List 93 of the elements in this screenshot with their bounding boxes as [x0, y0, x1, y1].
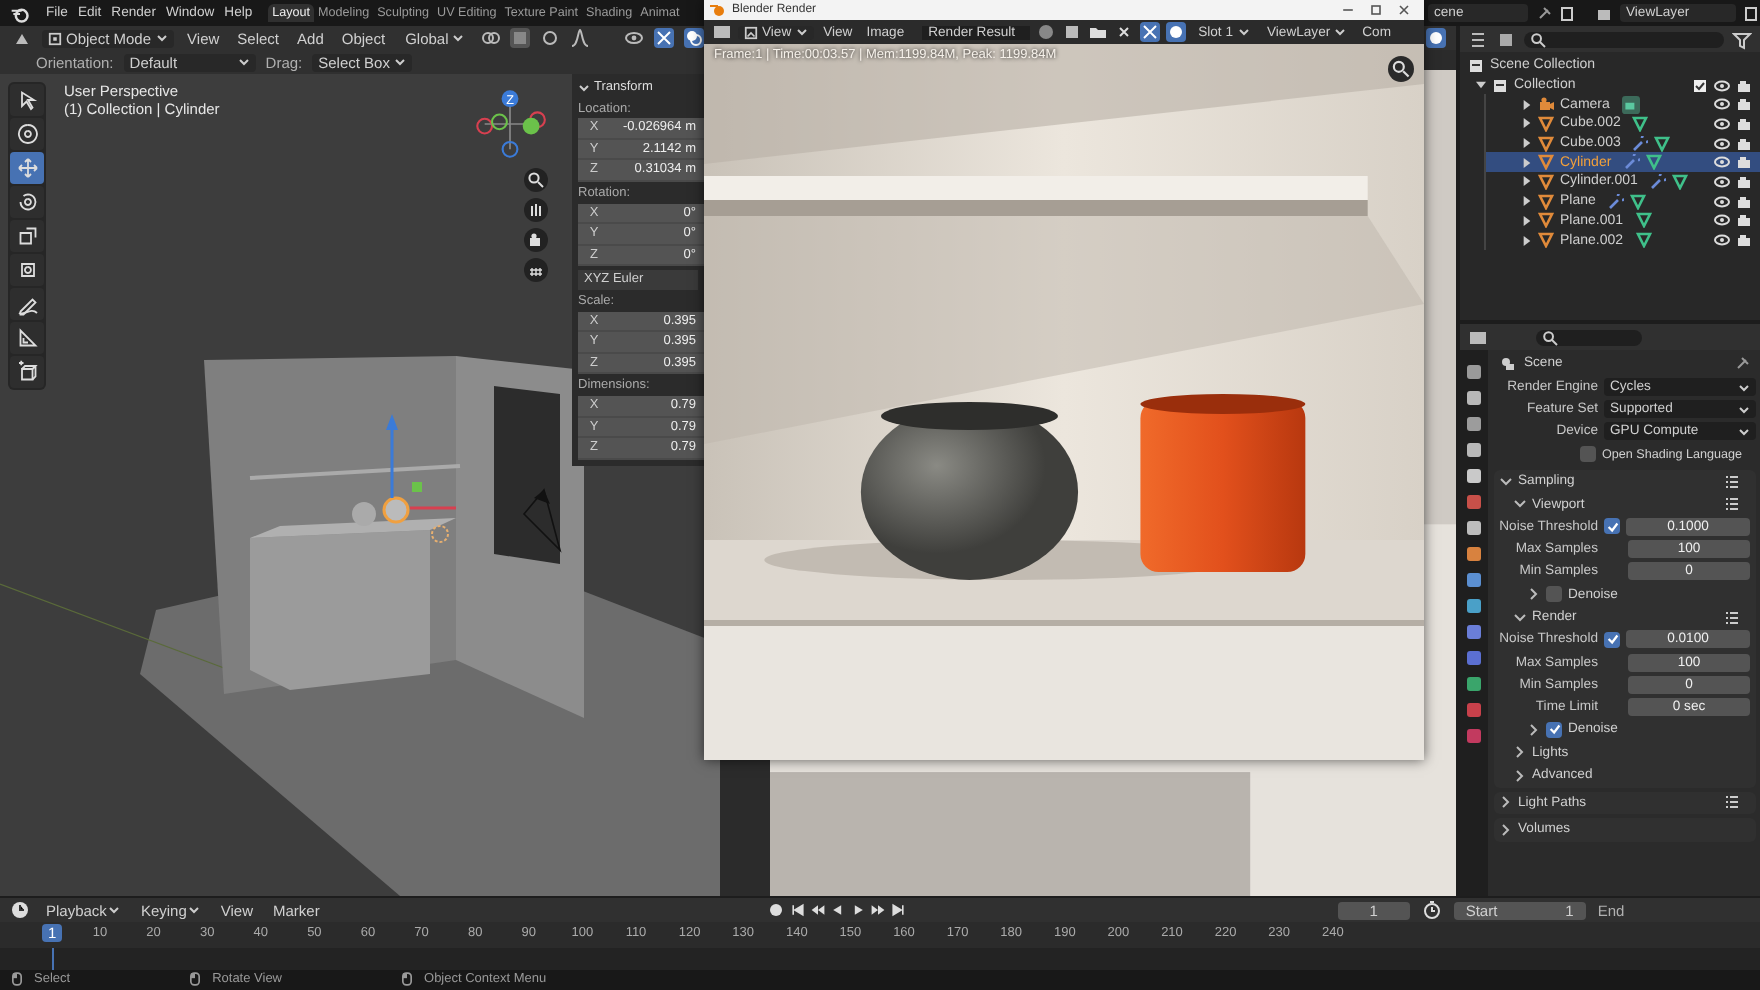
zoom-icon[interactable] [524, 168, 548, 192]
caret-icon [155, 32, 168, 44]
snap-icon[interactable] [510, 28, 531, 48]
caret-icon [795, 26, 808, 38]
stopwatch-icon[interactable] [1421, 900, 1442, 920]
scale-icon [15, 224, 39, 248]
proportional-icon[interactable] [540, 28, 561, 48]
preset-list-icon[interactable] [1724, 609, 1740, 626]
search-icon [1542, 329, 1558, 345]
app-icon [710, 2, 726, 18]
preset-list-icon[interactable] [1724, 794, 1740, 811]
overlay-toggle-icon[interactable] [1166, 22, 1187, 42]
camera-icon[interactable] [524, 228, 548, 252]
mouse-icon [402, 972, 413, 986]
search-field[interactable] [1524, 31, 1724, 47]
eye-icon[interactable] [624, 28, 645, 48]
move-arrows-icon [15, 156, 39, 180]
jump-end-icon[interactable] [889, 902, 906, 918]
caret-icon [452, 32, 465, 44]
collection-box-icon [1468, 57, 1484, 74]
pin-icon[interactable] [1734, 355, 1750, 371]
tool-button[interactable] [10, 254, 44, 286]
hand-icon[interactable] [524, 198, 548, 222]
jump-start-icon[interactable] [789, 902, 806, 918]
caret-icon [188, 904, 201, 916]
play-icon[interactable] [849, 902, 866, 918]
image-icon [744, 25, 758, 39]
pen-icon [15, 292, 39, 316]
object-mode-icon [48, 31, 62, 45]
gizmo-toggle-icon[interactable] [654, 28, 675, 48]
checkbox[interactable] [1546, 721, 1562, 738]
maximize-icon[interactable] [1368, 2, 1384, 18]
falloff-icon[interactable] [570, 28, 591, 48]
close-icon[interactable] [1396, 2, 1412, 18]
record-icon[interactable] [765, 900, 786, 920]
ruler-icon [15, 326, 39, 350]
layers-icon[interactable] [1596, 5, 1612, 21]
tool-button[interactable] [10, 84, 44, 116]
tool-button[interactable] [10, 322, 44, 354]
next-key-icon[interactable] [869, 902, 886, 918]
checkbox[interactable] [1546, 586, 1562, 603]
tool-button[interactable] [10, 118, 44, 150]
preset-list-icon[interactable] [1724, 473, 1740, 489]
copy-icon[interactable] [1560, 5, 1576, 21]
camera-icon [1736, 232, 1752, 249]
caret-icon [393, 56, 406, 68]
tool-button[interactable] [10, 288, 44, 320]
checkbox-icon [1692, 77, 1708, 94]
filter-icon[interactable] [1732, 29, 1752, 49]
display-channels-icon[interactable] [1426, 28, 1446, 48]
dashed-circle-icon [15, 122, 39, 146]
blender-logo-icon[interactable] [10, 3, 30, 23]
checkbox[interactable] [1580, 446, 1596, 463]
camera-data-icon [1621, 95, 1640, 114]
caret-icon [237, 56, 250, 68]
rotate-icon [15, 190, 39, 214]
search-icon [1530, 31, 1546, 47]
previous-key-icon[interactable] [809, 902, 826, 918]
caret-icon [108, 904, 121, 916]
play-reverse-icon[interactable] [829, 902, 846, 918]
zoom-icon[interactable] [1388, 56, 1414, 82]
pin-icon[interactable] [1536, 5, 1552, 21]
tool-button[interactable] [10, 186, 44, 218]
collection-box-icon [1492, 77, 1508, 94]
caret-icon [1237, 26, 1249, 38]
checkbox[interactable] [1604, 518, 1620, 535]
cursor-icon [15, 88, 39, 112]
tool-button[interactable] [10, 220, 44, 252]
checkbox[interactable] [1604, 631, 1620, 648]
mouse-icon [12, 972, 22, 986]
tool-button[interactable] [10, 356, 44, 388]
copy-icon[interactable] [1744, 5, 1760, 21]
camera-object-icon [1538, 96, 1554, 113]
scene-icon [1500, 355, 1516, 371]
editor-type-icon[interactable] [1468, 327, 1488, 347]
mouse-icon [190, 972, 201, 986]
search-field[interactable] [1536, 329, 1642, 345]
transform-icon [15, 258, 39, 282]
overlay-toggle-icon[interactable] [684, 28, 705, 48]
display-mode-icon[interactable] [1496, 29, 1516, 49]
preset-list-icon[interactable] [1724, 496, 1740, 512]
cube-icon [15, 360, 39, 384]
gizmo-toggle-icon[interactable] [1140, 22, 1161, 42]
copy-icon[interactable] [1062, 22, 1083, 42]
caret-icon [1334, 26, 1347, 38]
editor-type-icon[interactable] [712, 22, 732, 42]
eye-icon [1714, 232, 1730, 249]
close-icon[interactable] [1114, 22, 1135, 42]
editor-type-icon[interactable] [1468, 29, 1488, 49]
grid-icon[interactable] [524, 258, 548, 282]
clock-icon[interactable] [10, 900, 30, 920]
chevron-icon [578, 81, 590, 94]
link-icon[interactable] [480, 28, 501, 48]
